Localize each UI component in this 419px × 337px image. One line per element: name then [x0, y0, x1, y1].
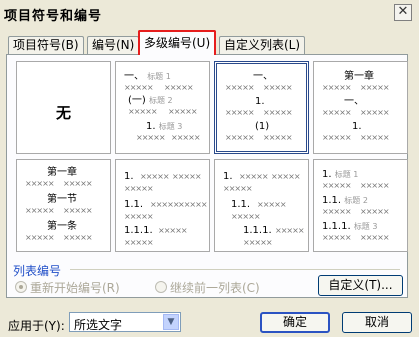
- placeholder-text: ×××××: [124, 212, 153, 221]
- placeholder-text: ×××××: [271, 172, 300, 181]
- level-2-label: 第一节: [47, 194, 77, 205]
- placeholder-text: ×××××: [322, 181, 351, 190]
- level-1-label: 第一章: [344, 71, 374, 82]
- tab-numbering[interactable]: 编号(N): [87, 36, 140, 54]
- placeholder-text: ×××××: [124, 184, 153, 193]
- placeholder-text: ×××××: [231, 212, 260, 221]
- level-2-label: 1.: [255, 96, 265, 107]
- placeholder-text: ×××××: [63, 179, 92, 188]
- restart-numbering-radio[interactable]: 重新开始编号(R): [15, 279, 120, 296]
- placeholder-text: ×××××: [360, 207, 389, 216]
- placeholder-text: ×××××: [25, 206, 54, 215]
- continue-list-radio[interactable]: 继续前一列表(C): [155, 279, 260, 296]
- close-button[interactable]: ✕: [394, 4, 412, 21]
- numbering-option-decimal-indented[interactable]: 1. ××××× ××××× ××××× 1.1. ××××× ××××× 1.…: [214, 159, 309, 252]
- numbering-option-chinese-nested[interactable]: 一、 ××××× ××××× 1. ××××× ××××× (1) ××××× …: [214, 61, 309, 154]
- placeholder-text: ×××××: [63, 206, 92, 215]
- placeholder-text: ×××××: [322, 233, 351, 242]
- numbering-option-heading-chinese[interactable]: 一、 标题 1 ××××× ××××× (一) 标题 2 ××××× ×××××…: [115, 61, 210, 154]
- placeholder-text: ×××××: [225, 108, 254, 117]
- level-1-label: 1.: [223, 171, 233, 182]
- placeholder-text: ×××××: [168, 107, 197, 116]
- placeholder-text: ×××××: [360, 133, 389, 142]
- radio-unselected-icon: [155, 281, 167, 293]
- placeholder-text: ×××××: [322, 133, 351, 142]
- placeholder-text: ×××××: [360, 181, 389, 190]
- apply-to-select[interactable]: 所选文字 ▼: [69, 312, 181, 332]
- numbering-option-decimal-left[interactable]: 1. ××××× ××××× ××××× 1.1. ××××× ××××× ××…: [115, 159, 210, 252]
- placeholder-text: ×××××: [275, 226, 304, 235]
- placeholder-text: ×××××: [257, 200, 286, 209]
- level-3-label: 1.: [352, 121, 362, 132]
- level-3-label: 第一条: [47, 221, 77, 232]
- placeholder-text: ×××××: [140, 172, 169, 181]
- placeholder-text: ×××××: [124, 238, 153, 247]
- level-2-label: 一、: [344, 96, 364, 107]
- placeholder-text: ×××××: [322, 108, 351, 117]
- placeholder-text: ×××××: [263, 83, 292, 92]
- level-3-label: 1.1.1. 标题 3: [322, 221, 378, 232]
- numbering-option-decimal-heading[interactable]: 1. 标题 1 ××××× ××××× 1.1. 标题 2 ××××× ××××…: [313, 159, 408, 252]
- title-bar: 项目符号和编号 ✕: [0, 0, 419, 26]
- numbering-option-none[interactable]: 无: [16, 61, 111, 154]
- placeholder-text: ×××××: [322, 83, 351, 92]
- placeholder-text: ×××××: [164, 83, 193, 92]
- tab-custom-list[interactable]: 自定义列表(L): [219, 36, 306, 54]
- placeholder-text: ×××××: [225, 83, 254, 92]
- level-1-label: 一、: [253, 71, 273, 82]
- tab-bullets[interactable]: 项目符号(B): [8, 36, 84, 54]
- placeholder-text: ×××××: [223, 184, 252, 193]
- cancel-button[interactable]: 取消: [342, 312, 412, 333]
- level-1-label: 第一章: [47, 167, 77, 178]
- level-3-label: 1.1.1.: [124, 225, 153, 236]
- numbering-option-chapter-section[interactable]: 第一章 ××××× ××××× 第一节 ××××× ××××× 第一条 ××××…: [16, 159, 111, 252]
- tab-panel-multilevel: 无 一、 标题 1 ××××× ××××× (一) 标题 2 ××××× ×××…: [6, 54, 408, 298]
- ok-button[interactable]: 确定: [260, 312, 330, 333]
- apply-to-label: 应用于(Y):: [8, 319, 65, 333]
- placeholder-text: ×××××: [360, 83, 389, 92]
- level-1-label: 1.: [124, 171, 134, 182]
- placeholder-text: ×××××: [25, 233, 54, 242]
- placeholder-text: ×××××: [171, 133, 200, 142]
- group-divider: [70, 269, 400, 270]
- placeholder-text: ×××××: [63, 233, 92, 242]
- placeholder-text: ×××××: [322, 207, 351, 216]
- apply-to-value: 所选文字: [74, 318, 123, 332]
- placeholder-text: ×××××: [150, 200, 179, 209]
- placeholder-text: ×××××: [172, 172, 201, 181]
- placeholder-text: ×××××: [263, 133, 292, 142]
- level-2-label: 1.1.: [124, 199, 144, 210]
- placeholder-text: ×××××: [225, 133, 254, 142]
- none-label: 无: [55, 104, 71, 122]
- placeholder-text: ×××××: [263, 108, 292, 117]
- placeholder-text: ×××××: [124, 83, 153, 92]
- placeholder-text: ×××××: [25, 179, 54, 188]
- placeholder-text: ×××××: [239, 172, 268, 181]
- level-2-label: 1.1. 标题 2: [322, 195, 368, 206]
- continue-list-label: 继续前一列表(C): [170, 281, 260, 295]
- window-title: 项目符号和编号: [4, 9, 103, 24]
- close-icon: ✕: [397, 4, 409, 19]
- level-2-label: (一) 标题 2: [128, 95, 173, 106]
- level-3-label: (1): [255, 121, 270, 132]
- placeholder-text: ×××××: [243, 238, 272, 247]
- level-1-label: 1. 标题 1: [322, 169, 359, 180]
- tab-multilevel[interactable]: 多级编号(U): [138, 30, 217, 55]
- list-numbering-group-title: 列表编号: [13, 264, 62, 278]
- placeholder-text: ×××××: [136, 133, 165, 142]
- placeholder-text: ×××××: [360, 233, 389, 242]
- restart-numbering-label: 重新开始编号(R): [30, 281, 120, 295]
- level-2-label: 1.1.: [231, 199, 251, 210]
- level-3-label: 1.1.1.: [243, 225, 272, 236]
- chevron-down-icon[interactable]: ▼: [163, 314, 179, 330]
- level-1-label: 一、 标题 1: [124, 71, 171, 82]
- placeholder-text: ×××××: [360, 108, 389, 117]
- numbering-option-chapter[interactable]: 第一章 ××××× ××××× 一、 ××××× ××××× 1. ××××× …: [313, 61, 408, 154]
- customize-button[interactable]: 自定义(T)...: [318, 275, 403, 296]
- level-3-label: 1. 标题 3: [146, 121, 183, 132]
- placeholder-text: ×××××: [128, 107, 157, 116]
- placeholder-text: ×××××: [158, 226, 187, 235]
- placeholder-text: ×××××: [178, 200, 207, 209]
- radio-selected-icon: [15, 281, 27, 293]
